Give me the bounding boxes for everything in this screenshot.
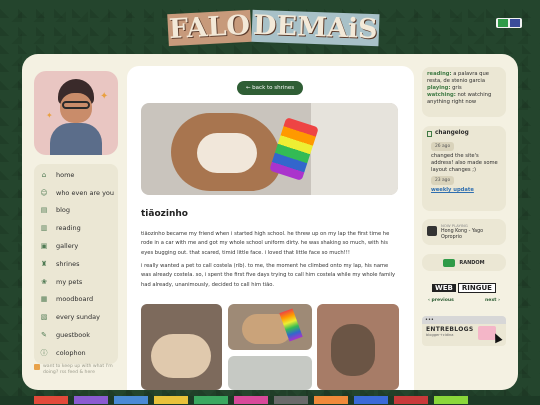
nav-item-reading[interactable]: ▥ reading: [34, 219, 118, 237]
brazil-flag-icon: [443, 258, 456, 267]
status-playing: playing: gris: [427, 85, 462, 91]
entreblogs-badge[interactable]: ••• ENTREBLOGS blogger+cidina: [422, 316, 506, 346]
random-button[interactable]: RANDOM: [422, 254, 506, 271]
nav-item-every-sunday[interactable]: ▧ every sunday: [34, 308, 118, 326]
gallery-photo-dog: [151, 334, 211, 378]
gallery-photo[interactable]: [141, 304, 222, 390]
avatar-body: [50, 123, 102, 155]
webring-nav: ‹ previous next ›: [422, 295, 506, 303]
gallery-photo[interactable]: [317, 304, 399, 390]
badge-88x31[interactable]: [394, 396, 428, 404]
badge-88x31[interactable]: [114, 396, 148, 404]
window-dots: •••: [422, 316, 506, 324]
rss-icon: [34, 364, 40, 370]
nav-item-colophon[interactable]: ⓘ colophon: [34, 344, 118, 362]
clipboard-icon: [427, 130, 432, 137]
title-part-1: FALO: [166, 9, 252, 47]
brazil-flag-icon[interactable]: [498, 19, 508, 27]
uk-flag-icon[interactable]: [510, 19, 520, 27]
nav-item-my-pets[interactable]: ❀ my pets: [34, 273, 118, 291]
guestbook-icon: ✎: [41, 331, 47, 340]
calendar-icon: ▧: [40, 313, 48, 322]
shrine-icon: ♜: [40, 259, 48, 268]
back-to-shrines-button[interactable]: ← back to shrines: [237, 81, 303, 95]
badge-88x31[interactable]: [74, 396, 108, 404]
gallery-photo[interactable]: [228, 304, 312, 350]
info-icon: ⓘ: [40, 348, 48, 357]
badge-88x31[interactable]: [194, 396, 228, 404]
sparkle-icon: ✦: [46, 111, 53, 120]
nav-item-guestbook[interactable]: ✎ guestbook: [34, 326, 118, 344]
webring: WEB RINGUE ‹ previous next ›: [422, 279, 506, 309]
nav-item-who[interactable]: ☺ who even are you: [34, 184, 118, 202]
post-paragraph: i really wanted a pet to call costela (r…: [141, 263, 396, 288]
avatar-glasses: [62, 101, 90, 109]
now-playing-box[interactable]: NOW PLAYING Hong Kong - Yago Oproprio: [422, 219, 506, 245]
changelog-link[interactable]: weekly update: [427, 187, 501, 194]
hero-dog-face: [197, 133, 257, 173]
nav-label: blog: [56, 206, 71, 215]
blog-icon: ▤: [40, 206, 48, 215]
sidebar-nav: ⌂ home ☺ who even are you ▤ blog ▥ reading ▣…: [34, 164, 118, 364]
sparkle-icon: ✦: [100, 91, 109, 102]
home-icon: ⌂: [41, 170, 47, 179]
nav-item-blog[interactable]: ▤ blog: [34, 202, 118, 220]
nav-label: reading: [56, 224, 81, 233]
site-title[interactable]: FALO DEMAiS: [166, 9, 379, 47]
music-icon: [427, 226, 437, 236]
webring-logo[interactable]: WEB RINGUE: [427, 281, 501, 295]
nav-label: shrines: [56, 259, 80, 268]
status-watching: watching: not watching anything right no…: [427, 92, 492, 105]
hero-image: [141, 103, 398, 195]
badge-88x31[interactable]: [434, 396, 468, 404]
nav-label: guestbook: [56, 331, 91, 340]
nav-label: my pets: [56, 277, 83, 286]
board-icon: ▦: [40, 295, 48, 304]
nav-label: home: [56, 170, 75, 179]
changelog-date: 23 ago: [431, 176, 455, 185]
changelog-header: changelog: [427, 130, 501, 137]
nav-item-gallery[interactable]: ▣ gallery: [34, 237, 118, 255]
webring-previous-link[interactable]: ‹ previous: [428, 298, 454, 303]
avatar: ✦ ✦: [34, 71, 118, 155]
post-paragraph: tiãozinho became my friend when i starte…: [141, 231, 390, 256]
badge-88x31[interactable]: [274, 396, 308, 404]
badge-88x31[interactable]: [314, 396, 348, 404]
book-icon: ▥: [40, 224, 48, 233]
paw-icon: ❀: [41, 277, 47, 286]
title-part-2: DEMAiS: [251, 9, 379, 47]
now-playing-track: Hong Kong - Yago Oproprio: [441, 229, 484, 240]
status-box: reading: a palavra que resta, de stenio …: [422, 67, 506, 117]
gallery-photo-dog: [331, 324, 375, 376]
nav-label: who even are you: [56, 188, 115, 197]
rss-note-text: want to keep up with what I'm doing? rss…: [43, 364, 113, 375]
changelog-date: 26 ago: [431, 142, 455, 151]
nav-item-shrines[interactable]: ♜ shrines: [34, 255, 118, 273]
language-switcher[interactable]: [496, 18, 522, 28]
photo-gallery: [141, 304, 399, 390]
nav-label: every sunday: [56, 313, 101, 322]
post-content: ← back to shrines tiãozinho tiãozinho be…: [127, 66, 414, 390]
badge-88x31[interactable]: [34, 396, 68, 404]
rss-note[interactable]: want to keep up with what I'm doing? rss…: [34, 364, 124, 376]
badge-88x31[interactable]: [234, 396, 268, 404]
nav-label: gallery: [56, 242, 79, 251]
gallery-photo[interactable]: [228, 356, 312, 390]
nav-label: moodboard: [56, 295, 94, 304]
gallery-icon: ▣: [40, 242, 48, 251]
hero-blanket: [311, 103, 398, 195]
badge-strip: [0, 396, 540, 405]
changelog-entry: changed the site's address! also made so…: [431, 153, 498, 173]
webring-next-link[interactable]: next ›: [485, 298, 500, 303]
person-icon: ☺: [40, 188, 48, 197]
status-reading: reading: a palavra que resta, de stenio …: [427, 71, 489, 84]
nav-label: colophon: [56, 348, 86, 357]
nav-item-moodboard[interactable]: ▦ moodboard: [34, 291, 118, 309]
changelog-box: changelog 26 ago changed the site's addr…: [422, 126, 506, 211]
post-title: tiãozinho: [141, 209, 188, 219]
badge-88x31[interactable]: [354, 396, 388, 404]
nav-item-home[interactable]: ⌂ home: [34, 166, 118, 184]
badge-88x31[interactable]: [154, 396, 188, 404]
